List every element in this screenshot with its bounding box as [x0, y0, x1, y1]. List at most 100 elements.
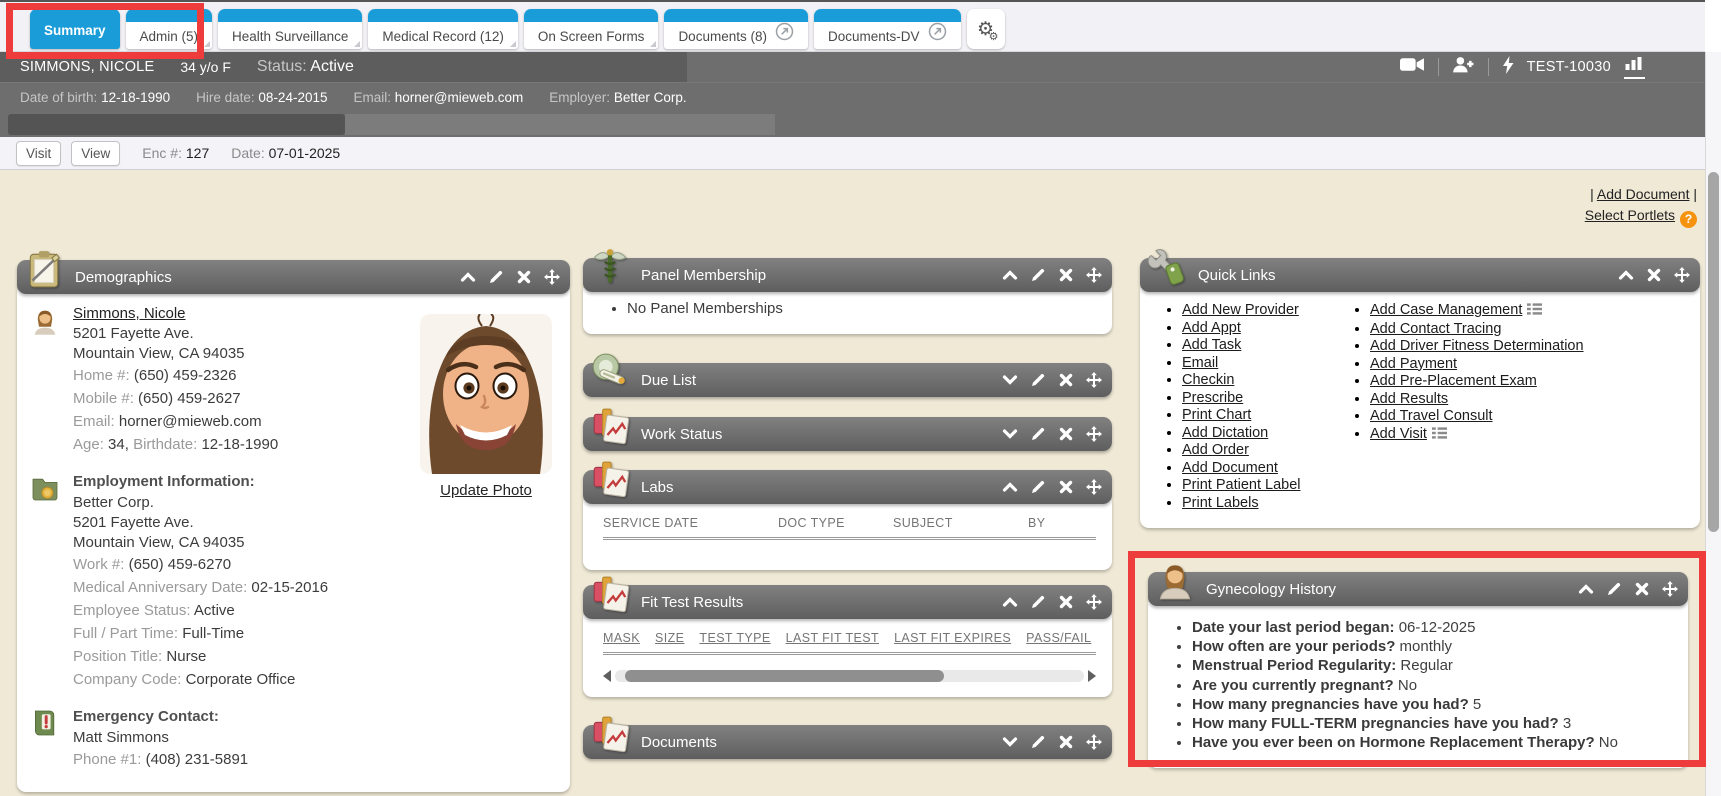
scroll-left-arrow[interactable] [603, 670, 611, 682]
edit-icon[interactable] [1030, 267, 1046, 283]
add-document-link[interactable]: Add Document [1597, 186, 1690, 202]
column-header[interactable]: BY [1028, 516, 1045, 530]
close-icon[interactable] [1058, 594, 1074, 610]
quick-link[interactable]: Add Driver Fitness Determination [1370, 338, 1584, 354]
edit-icon[interactable] [1030, 479, 1046, 495]
collapse-icon[interactable] [1578, 581, 1594, 597]
tab-on-screen-forms[interactable]: On Screen Forms [524, 9, 659, 49]
lightning-bolt-icon[interactable] [1502, 56, 1514, 79]
column-header[interactable]: DOC TYPE [778, 516, 893, 530]
collapse-icon[interactable] [1002, 594, 1018, 610]
list-icon[interactable] [1527, 303, 1542, 321]
quick-link[interactable]: Print Patient Label [1182, 477, 1301, 493]
move-icon[interactable] [1086, 479, 1102, 495]
hire-date-field: Hire date: 08-24-2015 [196, 90, 327, 105]
close-icon[interactable] [1646, 267, 1662, 283]
quick-link[interactable]: Add Case Management [1370, 302, 1522, 318]
email-row: Email: horner@mieweb.com [73, 410, 278, 433]
quick-link[interactable]: Checkin [1182, 372, 1234, 388]
move-icon[interactable] [1086, 267, 1102, 283]
expand-icon[interactable] [1002, 734, 1018, 750]
help-icon[interactable]: ? [1680, 211, 1697, 228]
page-scrollbar-thumb[interactable] [1708, 172, 1719, 532]
edit-icon[interactable] [1030, 426, 1046, 442]
move-icon[interactable] [1086, 426, 1102, 442]
quick-link[interactable]: Print Chart [1182, 407, 1251, 423]
move-icon[interactable] [1662, 581, 1678, 597]
popout-icon[interactable] [928, 22, 947, 46]
move-icon[interactable] [1086, 372, 1102, 388]
popout-icon[interactable] [775, 22, 794, 46]
edit-icon[interactable] [1030, 594, 1046, 610]
expand-icon[interactable] [1002, 372, 1018, 388]
portlet-title: Panel Membership [641, 267, 766, 284]
column-header[interactable]: TEST TYPE [699, 631, 770, 645]
quick-link[interactable]: Add Appt [1182, 320, 1241, 336]
quick-link[interactable]: Add Travel Consult [1370, 408, 1493, 424]
quick-link[interactable]: Add Payment [1370, 356, 1457, 372]
edit-icon[interactable] [1030, 372, 1046, 388]
quick-link[interactable]: Add Pre-Placement Exam [1370, 373, 1537, 389]
edit-icon[interactable] [488, 269, 504, 285]
select-portlets-link[interactable]: Select Portlets [1585, 207, 1675, 223]
column-header[interactable]: SERVICE DATE [603, 516, 778, 530]
scrollbar-thumb[interactable] [625, 670, 944, 682]
close-icon[interactable] [1058, 479, 1074, 495]
close-icon[interactable] [516, 269, 532, 285]
scroll-right-arrow[interactable] [1088, 670, 1096, 682]
view-button[interactable]: View [71, 141, 120, 166]
move-icon[interactable] [1674, 267, 1690, 283]
tab-health-surveillance[interactable]: Health Surveillance [218, 9, 362, 49]
close-icon[interactable] [1058, 372, 1074, 388]
quick-link[interactable]: Add Results [1370, 391, 1448, 407]
column-header[interactable]: MASK [603, 631, 640, 645]
portlet-demographics: Demographics [17, 260, 570, 792]
close-icon[interactable] [1058, 267, 1074, 283]
employer-field: Employer: Better Corp. [549, 90, 686, 105]
edit-icon[interactable] [1606, 581, 1622, 597]
close-icon[interactable] [1058, 734, 1074, 750]
page-scrollbar[interactable] [1705, 52, 1721, 796]
quick-link[interactable]: Prescribe [1182, 390, 1243, 406]
quick-link[interactable]: Add New Provider [1182, 302, 1299, 318]
column-header[interactable]: SUBJECT [893, 516, 1028, 530]
column-header[interactable]: SIZE [655, 631, 684, 645]
tab-documents-dv[interactable]: Documents-DV [814, 9, 961, 49]
collapse-icon[interactable] [1002, 267, 1018, 283]
patient-name-link[interactable]: Simmons, Nicole [73, 305, 186, 322]
move-icon[interactable] [544, 269, 560, 285]
quick-link[interactable]: Add Dictation [1182, 425, 1268, 441]
column-header[interactable]: LAST FIT EXPIRES [894, 631, 1011, 645]
update-photo-link[interactable]: Update Photo [440, 482, 532, 499]
video-camera-icon[interactable] [1400, 56, 1425, 78]
flowsheet-chart-icon[interactable] [1624, 56, 1645, 79]
quick-link[interactable]: Add Task [1182, 337, 1241, 353]
quick-link[interactable]: Add Order [1182, 442, 1249, 458]
quick-link[interactable]: Print Labels [1182, 495, 1259, 511]
add-person-icon[interactable] [1452, 56, 1475, 78]
edit-icon[interactable] [1030, 734, 1046, 750]
collapse-icon[interactable] [1618, 267, 1634, 283]
move-icon[interactable] [1086, 594, 1102, 610]
collapse-icon[interactable] [460, 269, 476, 285]
tab-medical-record[interactable]: Medical Record (12) [368, 9, 518, 49]
expand-icon[interactable] [1002, 426, 1018, 442]
quick-link[interactable]: Email [1182, 355, 1218, 371]
tab-documents[interactable]: Documents (8) [664, 9, 808, 49]
visit-button[interactable]: Visit [16, 141, 61, 166]
tab-settings-button[interactable]: ⚙⚙ [967, 9, 1005, 49]
close-icon[interactable] [1634, 581, 1650, 597]
quick-link[interactable]: Add Document [1182, 460, 1278, 476]
collapse-icon[interactable] [1002, 479, 1018, 495]
quick-link[interactable]: Add Visit [1370, 426, 1427, 442]
close-icon[interactable] [1058, 426, 1074, 442]
list-icon[interactable] [1432, 427, 1447, 445]
column-header[interactable]: PASS/FAIL [1026, 631, 1091, 645]
tab-admin[interactable]: Admin (5) [126, 9, 213, 49]
gyn-item: Are you currently pregnant? No [1192, 676, 1676, 695]
column-header[interactable]: LAST FIT TEST [786, 631, 879, 645]
tab-summary[interactable]: Summary [30, 9, 120, 49]
header-scrollbar-thumb[interactable] [8, 114, 345, 135]
move-icon[interactable] [1086, 734, 1102, 750]
quick-link[interactable]: Add Contact Tracing [1370, 321, 1501, 337]
